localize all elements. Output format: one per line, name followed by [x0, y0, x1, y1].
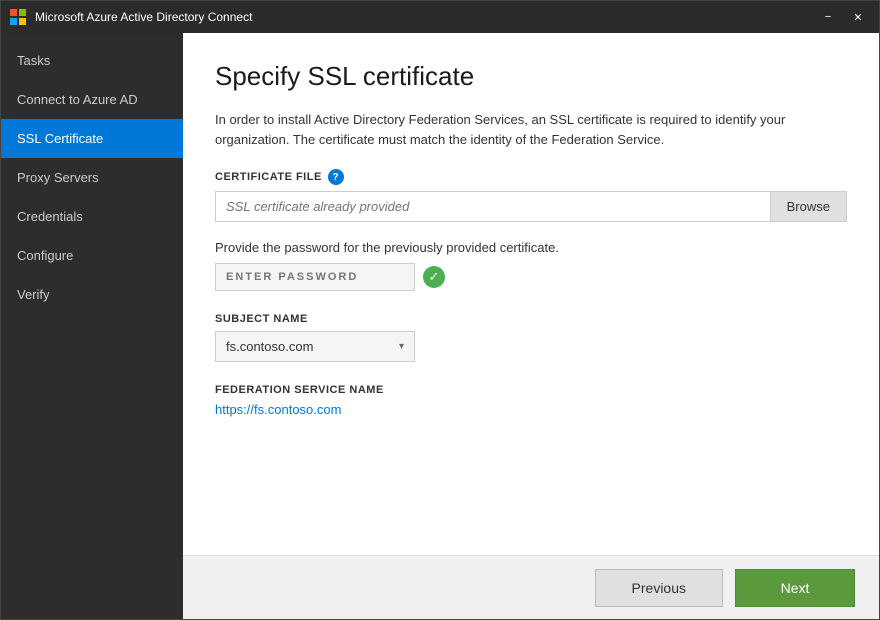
- browse-button[interactable]: Browse: [771, 191, 847, 222]
- main-content: Specify SSL certificate In order to inst…: [183, 33, 879, 619]
- password-check-icon: ✓: [423, 266, 445, 288]
- subject-name-value: fs.contoso.com: [226, 339, 313, 354]
- title-bar: Microsoft Azure Active Directory Connect…: [1, 1, 879, 33]
- password-input[interactable]: [215, 263, 415, 291]
- window-title: Microsoft Azure Active Directory Connect: [35, 10, 815, 24]
- sidebar-item-verify[interactable]: Verify: [1, 275, 183, 314]
- sidebar-item-configure[interactable]: Configure: [1, 236, 183, 275]
- password-row: ✓: [215, 263, 847, 291]
- subject-name-section: SUBJECT NAME fs.contoso.com ▾: [215, 313, 847, 362]
- sidebar-item-ssl-certificate[interactable]: SSL Certificate: [1, 119, 183, 158]
- certificate-file-label: CERTIFICATE FILE ?: [215, 169, 847, 185]
- close-button[interactable]: ✕: [845, 7, 871, 27]
- minimize-button[interactable]: −: [815, 7, 841, 27]
- password-section: Provide the password for the previously …: [215, 240, 847, 291]
- certificate-help-icon[interactable]: ?: [328, 169, 344, 185]
- main-body: Specify SSL certificate In order to inst…: [183, 33, 879, 555]
- chevron-down-icon: ▾: [399, 341, 404, 352]
- app-icon: [9, 8, 27, 26]
- window-controls: − ✕: [815, 7, 871, 27]
- subject-name-label: SUBJECT NAME: [215, 313, 847, 325]
- federation-service-label: FEDERATION SERVICE NAME: [215, 384, 847, 396]
- password-hint: Provide the password for the previously …: [215, 240, 847, 255]
- federation-service-section: FEDERATION SERVICE NAME https://fs.conto…: [215, 384, 847, 417]
- sidebar: Tasks Connect to Azure AD SSL Certificat…: [1, 33, 183, 619]
- content-area: Tasks Connect to Azure AD SSL Certificat…: [1, 33, 879, 619]
- sidebar-item-tasks[interactable]: Tasks: [1, 41, 183, 80]
- subject-name-dropdown[interactable]: fs.contoso.com ▾: [215, 331, 415, 362]
- federation-service-url: https://fs.contoso.com: [215, 402, 847, 417]
- page-title: Specify SSL certificate: [215, 61, 847, 92]
- sidebar-item-connect-azure-ad[interactable]: Connect to Azure AD: [1, 80, 183, 119]
- sidebar-item-credentials[interactable]: Credentials: [1, 197, 183, 236]
- certificate-file-row: Browse: [215, 191, 847, 222]
- sidebar-item-proxy-servers[interactable]: Proxy Servers: [1, 158, 183, 197]
- page-description: In order to install Active Directory Fed…: [215, 110, 815, 149]
- footer: Previous Next: [183, 555, 879, 619]
- certificate-file-input[interactable]: [215, 191, 771, 222]
- previous-button[interactable]: Previous: [595, 569, 723, 607]
- next-button[interactable]: Next: [735, 569, 855, 607]
- app-window: Microsoft Azure Active Directory Connect…: [0, 0, 880, 620]
